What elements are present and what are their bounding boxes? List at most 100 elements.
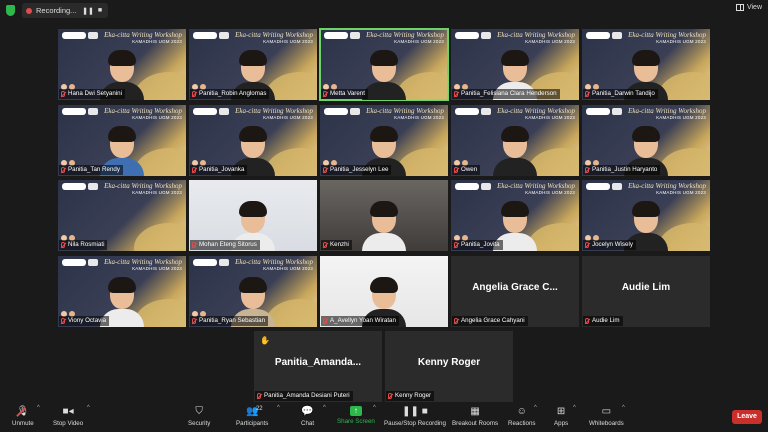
raised-hand-icon: ✋ — [260, 336, 270, 345]
reactions-label: Reactions — [508, 420, 536, 427]
workshop-subtitle: KAMADHIS UGM 2023 — [132, 115, 182, 120]
muted-microphone-icon — [585, 91, 589, 97]
participant-video-tile[interactable]: Panitia_Amanda... ✋ Panitia_Amanda Desiani… — [254, 331, 382, 402]
chat-label: Chat — [301, 420, 315, 427]
participant-video-tile[interactable]: Audie Lim Audie Lim — [582, 256, 710, 327]
participant-name-tag: Viony Octavia — [59, 316, 110, 326]
participant-video-tile[interactable]: Kenny Roger Kenny Roger — [385, 331, 513, 402]
pause-icon[interactable]: ❚❚ — [82, 7, 94, 15]
participant-video-tile[interactable]: Eka-citta Writing Workshop KAMADHIS UGM 2… — [319, 28, 449, 101]
participant-name-tag: Angelia Grace Cahyani — [452, 316, 528, 326]
participant-video-tile[interactable]: Eka-citta Writing Workshop KAMADHIS UGM 2… — [189, 105, 317, 176]
grid-view-icon — [735, 4, 744, 11]
microphone-muted-icon: 🎙 — [16, 406, 30, 417]
stop-icon[interactable]: ■ — [96, 7, 104, 15]
participant-name: Panitia_Jovanka — [199, 166, 245, 173]
breakout-rooms-button[interactable]: ▦ Breakout Rooms — [452, 405, 498, 431]
participant-video-tile[interactable]: Mohan Eteng Sitorus — [189, 180, 317, 251]
participant-name: Mohan Eteng Sitorus — [199, 241, 257, 248]
video-camera-icon: ■◂ — [62, 406, 74, 417]
participant-name-tag: Panitia_Amanda Desiani Puteri — [255, 391, 353, 401]
participant-video-tile[interactable]: Eka-citta Writing Workshop KAMADHIS UGM 2… — [58, 29, 186, 100]
participant-name-tag: A_Avellyn Yoan Wiratan — [321, 316, 399, 326]
chat-button[interactable]: 💬 Chat — [301, 405, 314, 431]
participant-video-tile[interactable]: Eka-citta Writing Workshop KAMADHIS UGM 2… — [58, 180, 186, 251]
view-button[interactable]: View — [735, 4, 762, 11]
participant-video-tile[interactable]: Angelia Grace C... Angelia Grace Cahyani — [451, 256, 579, 327]
participant-video-tile[interactable]: Eka-citta Writing Workshop KAMADHIS UGM 2… — [451, 29, 579, 100]
workshop-title: Eka-citta Writing Workshop KAMADHIS UGM 2… — [235, 108, 313, 121]
stop-video-button[interactable]: ■◂ Stop Video — [53, 405, 83, 431]
participant-name: Panitia_Justin Haryanto — [592, 166, 658, 173]
participant-video-tile[interactable]: Eka-citta Writing Workshop KAMADHIS UGM 2… — [582, 180, 710, 251]
recording-dot-icon — [26, 7, 32, 14]
participant-video-tile[interactable]: Eka-citta Writing Workshop KAMADHIS UGM 2… — [189, 29, 317, 100]
sponsor-logos — [324, 32, 360, 39]
whiteboards-button[interactable]: ▭ Whiteboards — [589, 405, 624, 431]
video-options-chevron-icon[interactable]: ^ — [87, 405, 90, 411]
workshop-subtitle: KAMADHIS UGM 2023 — [263, 266, 313, 271]
participant-video-tile[interactable]: Eka-citta Writing Workshop KAMADHIS UGM 2… — [58, 256, 186, 327]
participant-name: Angelia Grace Cahyani — [461, 317, 525, 324]
participants-count: 22 — [255, 406, 263, 412]
share-screen-button[interactable]: ↑ Share Screen — [337, 405, 375, 431]
sponsor-logos — [324, 108, 360, 115]
participant-video-tile[interactable]: Eka-citta Writing Workshop KAMADHIS UGM 2… — [451, 105, 579, 176]
workshop-title: Eka-citta Writing Workshop KAMADHIS UGM 2… — [628, 32, 706, 45]
workshop-title: Eka-citta Writing Workshop KAMADHIS UGM 2… — [104, 32, 182, 45]
participant-name-tag: Jocelyn Wisely — [583, 240, 636, 250]
sponsor-logos — [455, 32, 491, 39]
security-button[interactable]: ⛉ Security — [188, 405, 210, 431]
participants-label: Participants — [236, 420, 269, 427]
participant-name: Kenny Roger — [395, 392, 432, 399]
audio-options-chevron-icon[interactable]: ^ — [37, 405, 40, 411]
pause-stop-recording-button[interactable]: ❚❚ ■ Pause/Stop Recording — [384, 405, 446, 431]
muted-microphone-icon — [61, 242, 65, 248]
participant-name-tag: Panitia_Jovita — [452, 240, 503, 250]
sponsor-logos — [62, 183, 98, 190]
chat-chevron-icon[interactable]: ^ — [323, 405, 326, 411]
participant-video-tile[interactable]: Eka-citta Writing Workshop KAMADHIS UGM 2… — [189, 256, 317, 327]
leave-button[interactable]: Leave — [732, 410, 762, 424]
workshop-title-text: Eka-citta Writing Workshop — [104, 258, 182, 266]
apps-chevron-icon[interactable]: ^ — [573, 405, 576, 411]
participant-name: Panitia_Ryan Sebastian — [199, 317, 266, 324]
encryption-shield-icon[interactable] — [6, 5, 15, 16]
view-label: View — [746, 4, 762, 11]
workshop-title: Eka-citta Writing Workshop KAMADHIS UGM 2… — [628, 183, 706, 196]
recording-label: Recording... — [36, 6, 77, 15]
workshop-subtitle: KAMADHIS UGM 2023 — [263, 39, 313, 44]
participant-name: Viony Octavia — [68, 317, 107, 324]
participant-video — [359, 199, 409, 251]
participants-icon: 👥 22 — [246, 405, 263, 418]
participant-video-tile[interactable]: Eka-citta Writing Workshop KAMADHIS UGM 2… — [320, 105, 448, 176]
participant-name: Panitia_Felisiana Clara Henderson — [461, 90, 557, 97]
chat-bubble-icon: 💬 — [301, 406, 314, 417]
participant-video-tile[interactable]: Eka-citta Writing Workshop KAMADHIS UGM 2… — [58, 105, 186, 176]
workshop-title-text: Eka-citta Writing Workshop — [366, 31, 444, 39]
workshop-title: Eka-citta Writing Workshop KAMADHIS UGM 2… — [104, 183, 182, 196]
participant-video-tile[interactable]: Eka-citta Writing Workshop KAMADHIS UGM 2… — [582, 29, 710, 100]
workshop-subtitle: KAMADHIS UGM 2023 — [525, 39, 575, 44]
reactions-button[interactable]: ☺ Reactions — [508, 405, 536, 431]
reactions-chevron-icon[interactable]: ^ — [534, 405, 537, 411]
participants-chevron-icon[interactable]: ^ — [277, 405, 280, 411]
participant-video-tile[interactable]: Eka-citta Writing Workshop KAMADHIS UGM 2… — [582, 105, 710, 176]
muted-microphone-icon — [257, 393, 261, 399]
share-screen-label: Share Screen — [337, 418, 375, 425]
whiteboards-chevron-icon[interactable]: ^ — [622, 405, 625, 411]
participants-button[interactable]: 👥 22 Participants — [236, 405, 268, 431]
workshop-subtitle: KAMADHIS UGM 2023 — [394, 39, 444, 44]
apps-button[interactable]: ⊞ Apps — [554, 405, 568, 431]
sponsor-logos — [62, 32, 98, 39]
participant-video-tile[interactable]: Kenzhi — [320, 180, 448, 251]
participant-video-tile[interactable]: Eka-citta Writing Workshop KAMADHIS UGM 2… — [451, 180, 579, 251]
share-screen-icon: ↑ — [349, 406, 362, 416]
share-screen-chevron-icon[interactable]: ^ — [373, 405, 376, 411]
workshop-title: Eka-citta Writing Workshop KAMADHIS UGM 2… — [366, 108, 444, 121]
participant-video-tile[interactable]: A_Avellyn Yoan Wiratan — [320, 256, 448, 327]
sponsor-logos — [193, 32, 229, 39]
unmute-button[interactable]: 🎙 Unmute — [12, 405, 34, 431]
workshop-title-text: Eka-citta Writing Workshop — [104, 31, 182, 39]
workshop-title-text: Eka-citta Writing Workshop — [628, 107, 706, 115]
